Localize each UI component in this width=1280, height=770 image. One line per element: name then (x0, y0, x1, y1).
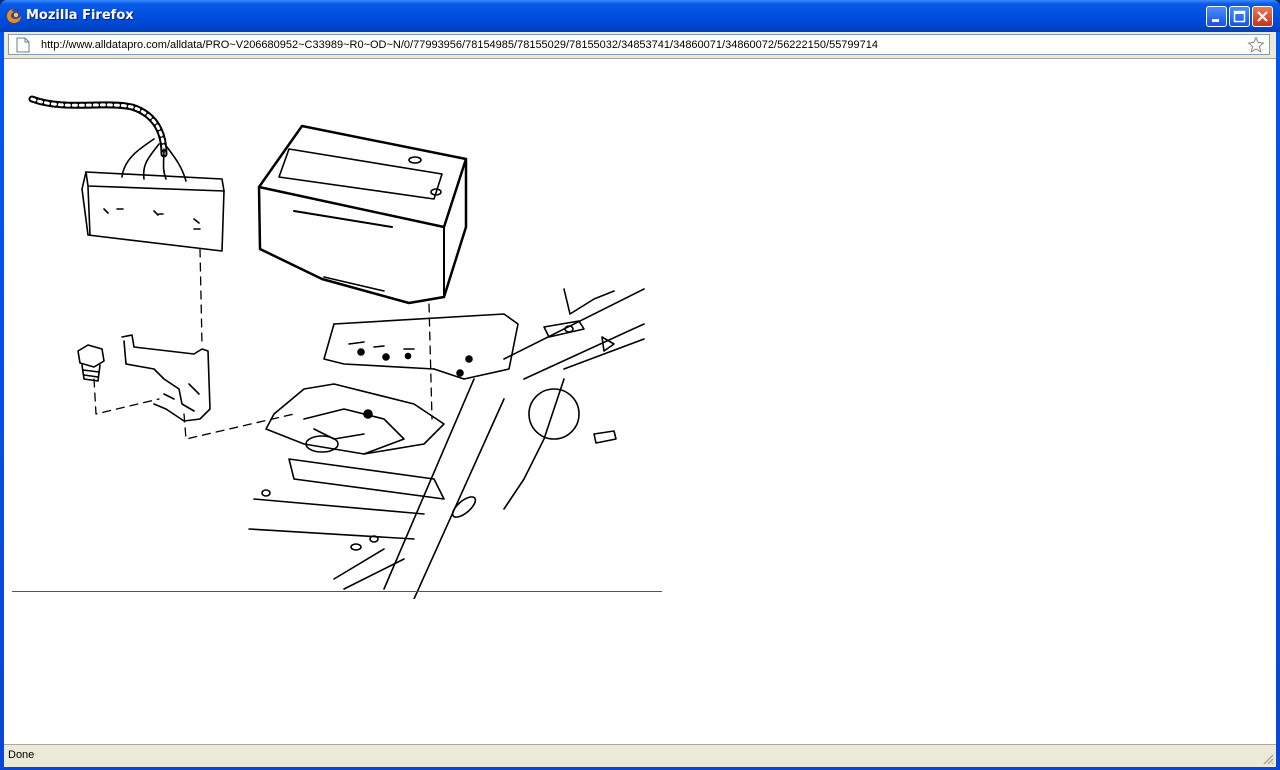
minimize-icon (1212, 19, 1219, 22)
wiring-harness (28, 95, 187, 182)
close-button[interactable] (1252, 6, 1273, 27)
url-bar[interactable]: http://www.alldatapro.com/alldata/PRO~V2… (8, 34, 1270, 55)
bolt (77, 344, 105, 382)
status-text: Done (8, 749, 35, 761)
junction-block (81, 171, 225, 252)
star-icon[interactable] (1247, 36, 1265, 54)
minimize-button[interactable] (1206, 6, 1227, 27)
frame-rail (333, 288, 645, 599)
battery (257, 124, 468, 305)
maximize-button[interactable] (1229, 6, 1250, 27)
battery-tray (248, 313, 519, 543)
window-title: Mozilla Firefox (26, 8, 134, 23)
navigation-bar: http://www.alldatapro.com/alldata/PRO~V2… (4, 32, 1276, 59)
status-bar: Done (4, 744, 1276, 767)
maximize-icon (1233, 10, 1246, 23)
browser-window: Mozilla Firefox http://www.alldatapro.co… (0, 0, 1280, 770)
mounting-bracket (121, 334, 211, 422)
battery-installation-diagram (28, 95, 645, 599)
page-icon (16, 37, 30, 53)
tray-holes (357, 348, 473, 419)
divider-line (12, 591, 662, 592)
browser-frame: http://www.alldatapro.com/alldata/PRO~V2… (4, 32, 1276, 767)
title-bar[interactable]: Mozilla Firefox (0, 0, 1280, 32)
close-icon (1257, 11, 1268, 22)
url-text[interactable]: http://www.alldatapro.com/alldata/PRO~V2… (41, 39, 878, 51)
firefox-icon (6, 8, 22, 24)
page-content (4, 59, 1276, 744)
resize-grip-icon[interactable] (1262, 753, 1274, 765)
guide-lines (93, 248, 433, 440)
